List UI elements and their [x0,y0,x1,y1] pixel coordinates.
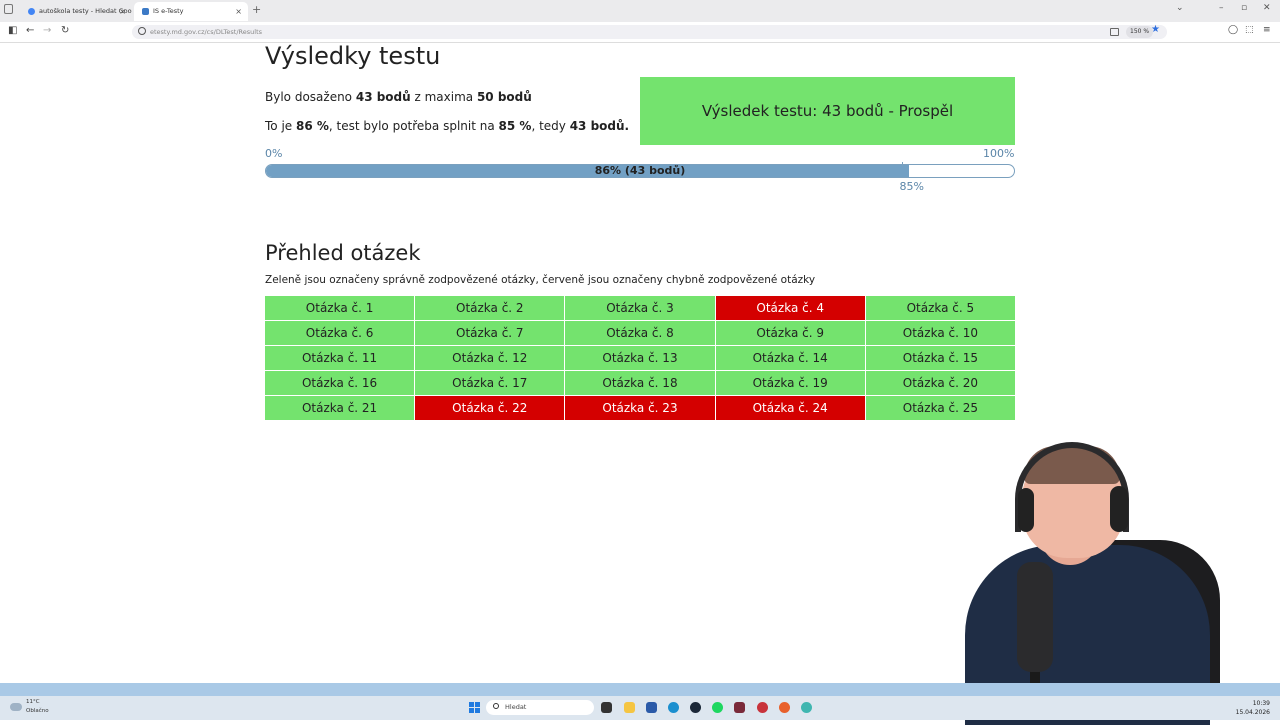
cloud-icon[interactable] [10,703,22,711]
extensions-icon[interactable]: ⬚ [1245,25,1254,35]
weather-description[interactable]: Oblačno [26,708,49,714]
back-icon[interactable]: ← [26,25,34,36]
percent-value: 86 % [295,119,329,133]
zoom-indicator[interactable]: 150 % [1126,26,1154,38]
question-cell[interactable]: Otázka č. 21 [265,396,415,420]
threshold-marker [901,162,903,166]
question-cell[interactable]: Otázka č. 16 [265,371,415,395]
question-cell[interactable]: Otázka č. 13 [565,346,715,370]
question-cell[interactable]: Otázka č. 22 [415,396,565,420]
tab-list-icon[interactable] [4,4,13,14]
taskbar-search[interactable]: Hledat [486,700,594,715]
menu-icon[interactable]: ≡ [1263,25,1271,35]
minimize-icon[interactable]: – [1219,3,1224,13]
question-cell[interactable]: Otázka č. 8 [565,321,715,345]
threshold-label: 85% [899,180,924,193]
question-cell[interactable]: Otázka č. 9 [715,321,865,345]
tab-label: autoškola testy - Hledat Goo [39,7,132,15]
weather-temperature[interactable]: 11°C [26,699,40,705]
browser-tab-bar: autoškola testy - Hledat Goo × IS e-Test… [0,0,1280,22]
percent-summary: To je 86 %, test bylo potřeba splnit na … [265,119,630,133]
taskbar-edge [0,683,1280,696]
question-cell[interactable]: Otázka č. 10 [865,321,1015,345]
reload-icon[interactable]: ↻ [61,25,69,36]
google-favicon-icon [28,8,35,15]
obs-icon[interactable] [757,702,768,713]
url-text[interactable]: etesty.md.gov.cz/cs/DLTest/Results [150,25,262,39]
question-cell[interactable]: Otázka č. 12 [415,346,565,370]
result-banner: Výsledek testu: 43 bodů - Prospěl [640,77,1015,145]
steam-icon[interactable] [690,702,701,713]
clock-time[interactable]: 10:39 [1253,700,1270,707]
close-tab-icon[interactable]: × [119,2,126,21]
question-cell[interactable]: Otázka č. 5 [865,296,1015,320]
windows-start-icon[interactable] [469,702,480,713]
sidebar-toggle-icon[interactable]: ◧ [8,25,17,36]
question-cell[interactable]: Otázka č. 25 [865,396,1015,420]
browser-nav-bar: ◧ ← → ↻ etesty.md.gov.cz/cs/DLTest/Resul… [0,22,1280,43]
score-value: 43 bodů [355,90,411,104]
edge-icon[interactable] [668,702,679,713]
new-tab-button[interactable]: + [252,3,261,16]
taskbar [0,696,1280,720]
question-cell[interactable]: Otázka č. 15 [865,346,1015,370]
bookmark-star-icon[interactable]: ★ [1151,24,1160,35]
search-placeholder: Hledat [505,703,527,711]
question-cell[interactable]: Otázka č. 18 [565,371,715,395]
maximize-icon[interactable]: ▫ [1241,3,1247,13]
question-cell[interactable]: Otázka č. 2 [415,296,565,320]
question-cell[interactable]: Otázka č. 14 [715,346,865,370]
question-cell[interactable]: Otázka č. 23 [565,396,715,420]
firefox-icon[interactable] [779,702,790,713]
reader-view-icon[interactable] [1110,28,1119,36]
app-icon[interactable] [801,702,812,713]
overview-description: Zeleně jsou označeny správně zodpovězené… [265,274,816,286]
progress-label: 86% (43 bodů) [594,164,686,177]
close-tab-icon[interactable]: × [235,2,242,21]
score-progress-bar: 86% (43 bodů) [265,164,1015,178]
question-cell[interactable]: Otázka č. 1 [265,296,415,320]
site-info-icon[interactable] [138,27,146,35]
required-percent-value: 85 % [498,119,532,133]
spotify-icon[interactable] [712,702,723,713]
file-explorer-icon[interactable] [624,702,635,713]
address-bar[interactable]: etesty.md.gov.cz/cs/DLTest/Results 150 %… [132,24,1167,39]
progress-start-label: 0% [265,147,283,160]
etesty-favicon-icon [142,8,149,15]
app-icon[interactable] [734,702,745,713]
store-icon[interactable] [646,702,657,713]
question-grid: Otázka č. 1 Otázka č. 2 Otázka č. 3 Otázka … [265,296,1015,420]
tab-google-search[interactable]: autoškola testy - Hledat Goo × [20,2,132,21]
question-cell[interactable]: Otázka č. 20 [865,371,1015,395]
forward-icon[interactable]: → [43,25,51,36]
clock-date[interactable]: 15.04.2026 [1236,709,1270,716]
microphone [1017,562,1053,672]
account-icon[interactable]: ◯ [1228,25,1238,35]
tab-label: IS e-Testy [153,7,184,15]
question-cell[interactable]: Otázka č. 6 [265,321,415,345]
question-cell[interactable]: Otázka č. 24 [715,396,865,420]
page-title: Výsledky testu [265,42,441,70]
close-window-icon[interactable]: ✕ [1263,3,1271,13]
question-cell[interactable]: Otázka č. 19 [715,371,865,395]
question-cell[interactable]: Otázka č. 3 [565,296,715,320]
tab-etesty[interactable]: IS e-Testy × [134,2,248,21]
question-cell[interactable]: Otázka č. 4 [715,296,865,320]
overview-title: Přehled otázek [265,241,421,265]
question-cell[interactable]: Otázka č. 7 [415,321,565,345]
headphone-right-cup [1110,486,1128,532]
score-summary: Bylo dosaženo 43 bodů z maxima 50 bodů [265,90,532,104]
search-icon [493,703,499,709]
headphone-left-cup [1018,488,1034,532]
task-view-icon[interactable] [601,702,612,713]
question-cell[interactable]: Otázka č. 17 [415,371,565,395]
tab-overflow-icon[interactable]: ⌄ [1176,3,1184,13]
max-score-value: 50 bodů [476,90,532,104]
progress-end-label: 100% [983,147,1015,160]
required-points-value: 43 bodů. [569,119,630,133]
question-cell[interactable]: Otázka č. 11 [265,346,415,370]
